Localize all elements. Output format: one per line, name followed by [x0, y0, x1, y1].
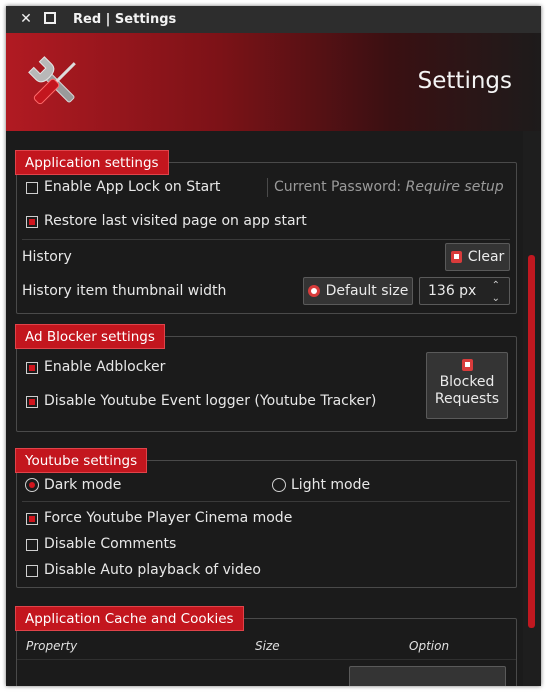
reset-icon [307, 285, 320, 297]
trash-icon [450, 251, 462, 263]
blocked-icon [461, 359, 473, 371]
current-password-text: Current Password: Require setup [274, 179, 504, 195]
settings-header: Settings [6, 33, 541, 131]
thumbnail-width-label: History item thumbnail width [22, 283, 227, 299]
title-bar: ✕ Red | Settings [6, 6, 541, 33]
youtube-settings-tab: Youtube settings [15, 448, 148, 473]
column-header-option: Option [409, 639, 450, 653]
scrollbar-thumb[interactable] [528, 255, 535, 628]
adblocker-settings-tab: Ad Blocker settings [15, 324, 165, 349]
settings-window: ✕ Red | Settings Settings Enable App Loc… [6, 6, 541, 686]
tools-icon [28, 56, 76, 105]
spin-arrows-icon[interactable]: ⌃ ⌄ [492, 278, 500, 305]
disable-autoplay-label: Disable Auto playback of video [44, 562, 261, 578]
close-icon[interactable]: ✕ [18, 6, 34, 33]
restore-page-label: Restore last visited page on app start [44, 213, 307, 229]
maximize-icon[interactable] [42, 6, 58, 33]
light-mode-label: Light mode [291, 477, 371, 493]
divider [267, 178, 268, 197]
dark-mode-label: Dark mode [44, 477, 122, 493]
youtube-settings-group: Dark mode Light mode Force Youtube Playe… [16, 460, 517, 588]
history-label: History [22, 249, 72, 265]
table-header-divider [17, 659, 516, 660]
settings-content: Enable App Lock on Start Current Passwor… [6, 131, 541, 686]
enable-adblocker-checkbox[interactable] [26, 362, 38, 374]
youtube-tracker-label: Disable Youtube Event logger (Youtube Tr… [44, 393, 377, 409]
column-header-size: Size [255, 639, 280, 653]
thumbnail-width-spinbox[interactable]: 136 px ⌃ ⌄ [419, 277, 510, 305]
divider [22, 239, 510, 240]
adblocker-settings-group: Enable Adblocker Disable Youtube Event l… [16, 336, 517, 432]
light-mode-radio[interactable] [272, 478, 286, 492]
blocked-requests-button[interactable]: Blocked Requests [426, 352, 508, 419]
cache-cookies-tab: Application Cache and Cookies [15, 606, 244, 631]
disable-comments-label: Disable Comments [44, 536, 177, 552]
dark-mode-radio[interactable] [25, 478, 39, 492]
cinema-mode-label: Force Youtube Player Cinema mode [44, 510, 293, 526]
app-lock-label: Enable App Lock on Start [44, 179, 221, 195]
disable-autoplay-checkbox[interactable] [26, 565, 38, 577]
application-settings-group: Enable App Lock on Start Current Passwor… [16, 162, 517, 314]
cinema-mode-checkbox[interactable] [26, 513, 38, 525]
enable-adblocker-label: Enable Adblocker [44, 359, 166, 375]
divider [22, 501, 510, 502]
restore-page-checkbox[interactable] [26, 216, 38, 228]
clear-history-button[interactable]: Clear [445, 243, 510, 271]
disable-comments-checkbox[interactable] [26, 539, 38, 551]
app-lock-checkbox[interactable] [26, 182, 38, 194]
clear-cache-button[interactable] [349, 666, 506, 686]
default-size-button[interactable]: Default size [303, 277, 413, 305]
window-title: Red | Settings [73, 12, 177, 27]
application-settings-tab: Application settings [15, 150, 169, 175]
page-title: Settings [417, 68, 512, 94]
column-header-property: Property [26, 639, 78, 653]
youtube-tracker-checkbox[interactable] [26, 396, 38, 408]
